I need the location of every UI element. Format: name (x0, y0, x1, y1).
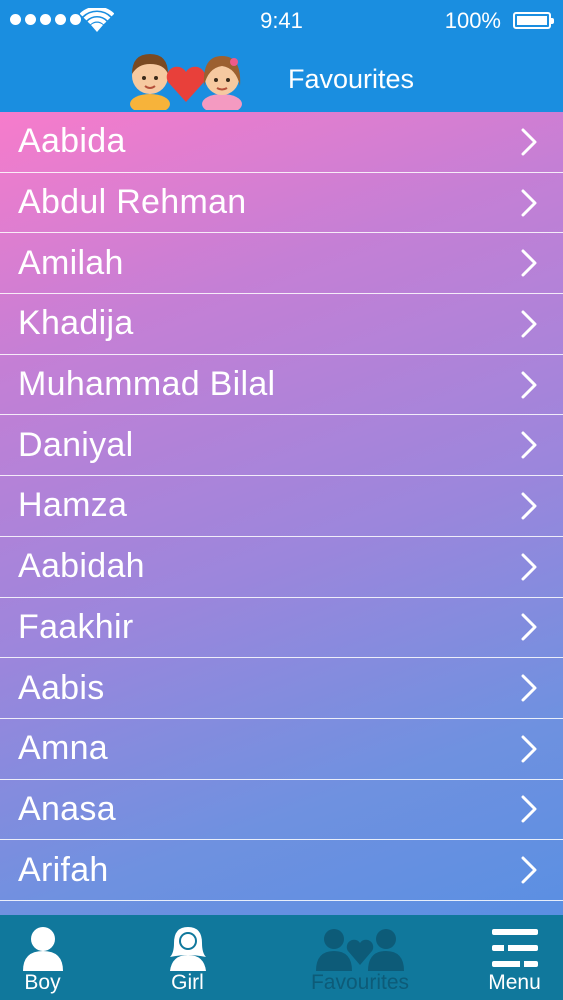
girl-icon (169, 927, 206, 971)
list-item[interactable]: Aabida (0, 112, 563, 173)
list-item[interactable]: Anasa (0, 780, 563, 841)
boy-icon (22, 927, 63, 971)
name-label: Faakhir (18, 607, 134, 646)
tab-label: Favourites (310, 971, 410, 994)
name-label: Aabidah (18, 547, 145, 586)
name-label: Muhammad Bilal (18, 365, 276, 404)
name-label: Aabida (18, 122, 126, 161)
list-item[interactable]: Aabidah (0, 537, 563, 598)
chevron-right-icon (521, 492, 537, 520)
tab-favourites[interactable]: Favourites (300, 915, 420, 1000)
chevron-right-icon (521, 371, 537, 399)
list-item[interactable]: Aabis (0, 658, 563, 719)
name-label: Khadija (18, 304, 134, 343)
favourites-list: Aabida Abdul Rehman Amilah Khadija Muhammad … (0, 112, 563, 915)
name-label: Arifah (18, 850, 109, 889)
chevron-right-icon (521, 128, 537, 156)
page-title: Favourites (288, 64, 415, 94)
chevron-right-icon (521, 249, 537, 277)
name-label: Amna (18, 729, 109, 768)
tab-label: Menu (488, 971, 541, 994)
list-item[interactable]: Daniyal (0, 415, 563, 477)
list-item[interactable]: Amna (0, 719, 563, 780)
list-item[interactable]: Hamza (0, 476, 563, 537)
status-bar: 9:41 100% (0, 0, 563, 42)
list-item[interactable]: Muhammad Bilal (0, 355, 563, 416)
tab-boy[interactable]: Boy (0, 915, 85, 1000)
battery-percent: 100% (444, 8, 501, 33)
battery-icon (513, 12, 554, 29)
chevron-right-icon (521, 795, 537, 823)
tab-label: Girl (171, 971, 204, 994)
boy-girl-heart-logo (130, 54, 242, 110)
chevron-right-icon (521, 613, 537, 641)
chevron-right-icon (521, 189, 537, 217)
menu-icon (491, 929, 538, 967)
name-label: Aabis (18, 668, 105, 707)
list-item[interactable]: Faakhir (0, 598, 563, 659)
list-item[interactable]: Amilah (0, 233, 563, 295)
nav-bar: Favourites (0, 42, 563, 112)
chevron-right-icon (521, 431, 537, 459)
list-item[interactable]: Arifah (0, 840, 563, 901)
tab-bar: Boy Girl Favourites Menu (0, 915, 563, 1000)
name-label: Daniyal (18, 425, 134, 464)
name-label: Hamza (18, 486, 128, 525)
chevron-right-icon (521, 735, 537, 763)
name-label: Anasa (18, 789, 116, 828)
favourites-icon (316, 929, 404, 971)
name-label: Abdul Rehman (18, 183, 247, 222)
chevron-right-icon (521, 553, 537, 581)
chevron-right-icon (521, 310, 537, 338)
chevron-right-icon (521, 856, 537, 884)
chevron-right-icon (521, 674, 537, 702)
list-item[interactable]: Khadija (0, 294, 563, 355)
name-label: Amilah (18, 243, 124, 282)
list-item[interactable]: Abdul Rehman (0, 173, 563, 234)
tab-label: Boy (24, 971, 61, 994)
tab-girl[interactable]: Girl (145, 915, 230, 1000)
tab-menu[interactable]: Menu (472, 915, 557, 1000)
